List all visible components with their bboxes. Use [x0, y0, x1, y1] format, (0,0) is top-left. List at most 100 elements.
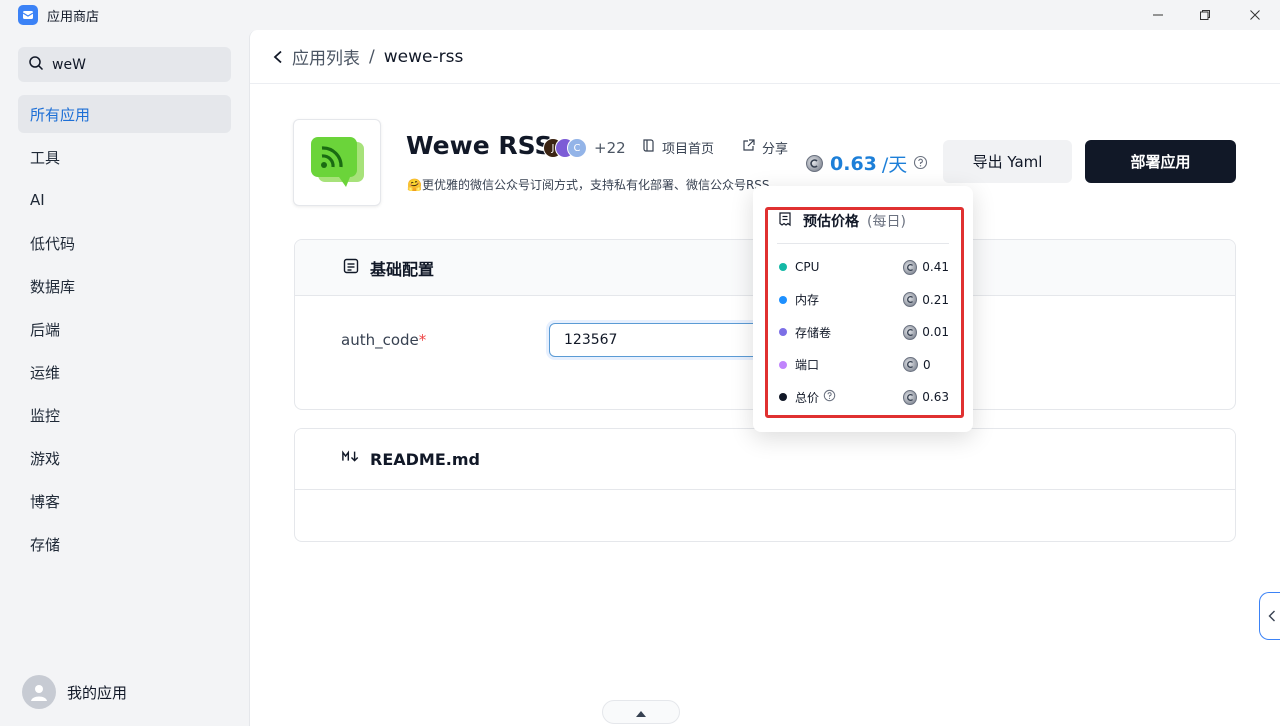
close-button[interactable]: [1243, 4, 1267, 26]
sidebar-item-9[interactable]: 博客: [18, 482, 231, 520]
user-avatar-icon: [22, 675, 56, 709]
app-description: 🤗更优雅的微信公众号订阅方式，支持私有化部署、微信公众号RSS: [407, 178, 770, 192]
maximize-button[interactable]: [1193, 4, 1217, 26]
search-box[interactable]: [18, 47, 231, 82]
legend-dot: [779, 393, 787, 401]
share-icon: [741, 138, 762, 157]
price-row-label: CPU: [795, 260, 820, 274]
deploy-app-button[interactable]: 部署应用: [1085, 140, 1236, 183]
sidebar-item-label: 所有应用: [30, 105, 91, 124]
sidebar-item-7[interactable]: 监控: [18, 396, 231, 434]
breadcrumb-current: wewe-rss: [383, 46, 464, 67]
auth-code-label: auth_code*: [341, 331, 427, 349]
sidebar-item-label: 存储: [30, 535, 61, 554]
chevron-left-icon: [1268, 607, 1276, 626]
readme-header: README.md: [295, 429, 1235, 490]
sidebar-item-label: 后端: [30, 320, 61, 339]
price-row: 总价 0.63: [779, 387, 949, 407]
help-icon[interactable]: [913, 153, 928, 175]
share-link[interactable]: 分享: [741, 138, 788, 157]
my-apps-button[interactable]: 我的应用: [22, 675, 127, 709]
legend-dot: [779, 263, 787, 271]
price-row-value: 0.01: [922, 325, 949, 339]
sidebar-item-label: 工具: [30, 148, 61, 167]
price-unit: /天: [881, 154, 908, 176]
coin-icon: [903, 292, 918, 307]
homepage-link[interactable]: 项目首页: [641, 138, 714, 157]
app-logo-icon: [18, 5, 38, 25]
sidebar-item-3[interactable]: 低代码: [18, 224, 231, 262]
contributor-avatars[interactable]: JC: [543, 138, 587, 158]
sidebar-item-label: 运维: [30, 363, 61, 382]
sidebar-item-2[interactable]: AI: [18, 181, 231, 219]
breadcrumb: 应用列表 / wewe-rss: [250, 30, 1280, 84]
price-row-label: 端口: [795, 358, 820, 372]
sidebar-item-label: 博客: [30, 492, 61, 511]
window-title: 应用商店: [47, 10, 100, 25]
contributor-avatar[interactable]: C: [567, 138, 587, 158]
side-panel-toggle[interactable]: [1259, 592, 1280, 640]
sidebar-item-8[interactable]: 游戏: [18, 439, 231, 477]
sidebar-item-label: 数据库: [30, 277, 76, 296]
legend-dot: [779, 328, 787, 336]
sidebar-item-6[interactable]: 运维: [18, 353, 231, 391]
price-row: 内存 0.21: [779, 290, 949, 310]
app-name: Wewe RSS: [406, 131, 553, 160]
coin-icon: [903, 389, 918, 405]
contributors-more-count[interactable]: +22: [594, 139, 626, 157]
breadcrumb-parent-link[interactable]: 应用列表: [292, 44, 360, 69]
price-row: 存储卷 0.01: [779, 322, 949, 342]
price-row-label: 总价: [795, 390, 820, 405]
help-icon[interactable]: [819, 389, 836, 405]
price-value: 0.63: [830, 152, 877, 175]
chevron-up-icon: [635, 703, 647, 722]
sidebar-item-4[interactable]: 数据库: [18, 267, 231, 305]
popover-title: 预估价格 (每日): [777, 211, 906, 231]
category-nav: 所有应用工具 AI 低代码数据库后端运维监控游戏博客存储: [18, 95, 231, 568]
book-icon: [641, 138, 662, 157]
coin-icon: [903, 357, 918, 372]
price-row: CPU 0.41: [779, 257, 949, 277]
search-icon: [28, 55, 44, 75]
daily-price[interactable]: 0.63 /天: [806, 150, 928, 177]
sidebar-item-label: 监控: [30, 406, 61, 425]
price-row-label: 存储卷: [795, 325, 832, 340]
legend-dot: [779, 295, 787, 304]
collapse-handle[interactable]: [602, 700, 680, 724]
sidebar-item-label: AI: [30, 191, 45, 209]
share-label: 分享: [762, 142, 789, 157]
price-row-value: 0.63: [922, 390, 949, 404]
legend-dot: [779, 360, 787, 369]
sidebar-item-label: 低代码: [30, 234, 76, 253]
price-row-value: 0: [923, 357, 931, 372]
popover-title-text: 预估价格: [803, 214, 859, 230]
my-apps-label: 我的应用: [67, 683, 128, 702]
coin-icon: [806, 155, 823, 172]
sidebar-item-label: 游戏: [30, 449, 61, 468]
sidebar-item-5[interactable]: 后端: [18, 310, 231, 348]
price-row-value: 0.41: [922, 260, 949, 274]
price-row: 端口 0: [779, 355, 949, 375]
markdown-icon: [342, 448, 370, 470]
sidebar-item-0[interactable]: 所有应用: [18, 95, 231, 133]
breadcrumb-separator: /: [369, 46, 375, 67]
readme-title: README.md: [370, 449, 480, 469]
popover-divider: [777, 243, 949, 244]
popover-subtitle: (每日): [867, 214, 906, 230]
document-icon: [342, 257, 370, 279]
title-bar: 应用商店: [0, 0, 1280, 30]
sidebar-item-10[interactable]: 存储: [18, 525, 231, 563]
back-chevron-icon[interactable]: [272, 49, 288, 65]
basic-config-title: 基础配置: [370, 259, 435, 279]
readme-card: README.md: [294, 428, 1236, 542]
sidebar-item-1[interactable]: 工具: [18, 138, 231, 176]
auth-code-input[interactable]: [549, 323, 769, 357]
receipt-icon: [777, 211, 803, 231]
price-row-value: 0.21: [922, 292, 949, 307]
export-yaml-button[interactable]: 导出 Yaml: [943, 140, 1072, 183]
rss-app-icon: [293, 119, 381, 206]
search-input[interactable]: [52, 56, 222, 73]
minimize-button[interactable]: [1146, 4, 1170, 26]
sidebar: 所有应用工具 AI 低代码数据库后端运维监控游戏博客存储 我的应用: [0, 30, 248, 726]
price-row-label: 内存: [795, 293, 820, 307]
